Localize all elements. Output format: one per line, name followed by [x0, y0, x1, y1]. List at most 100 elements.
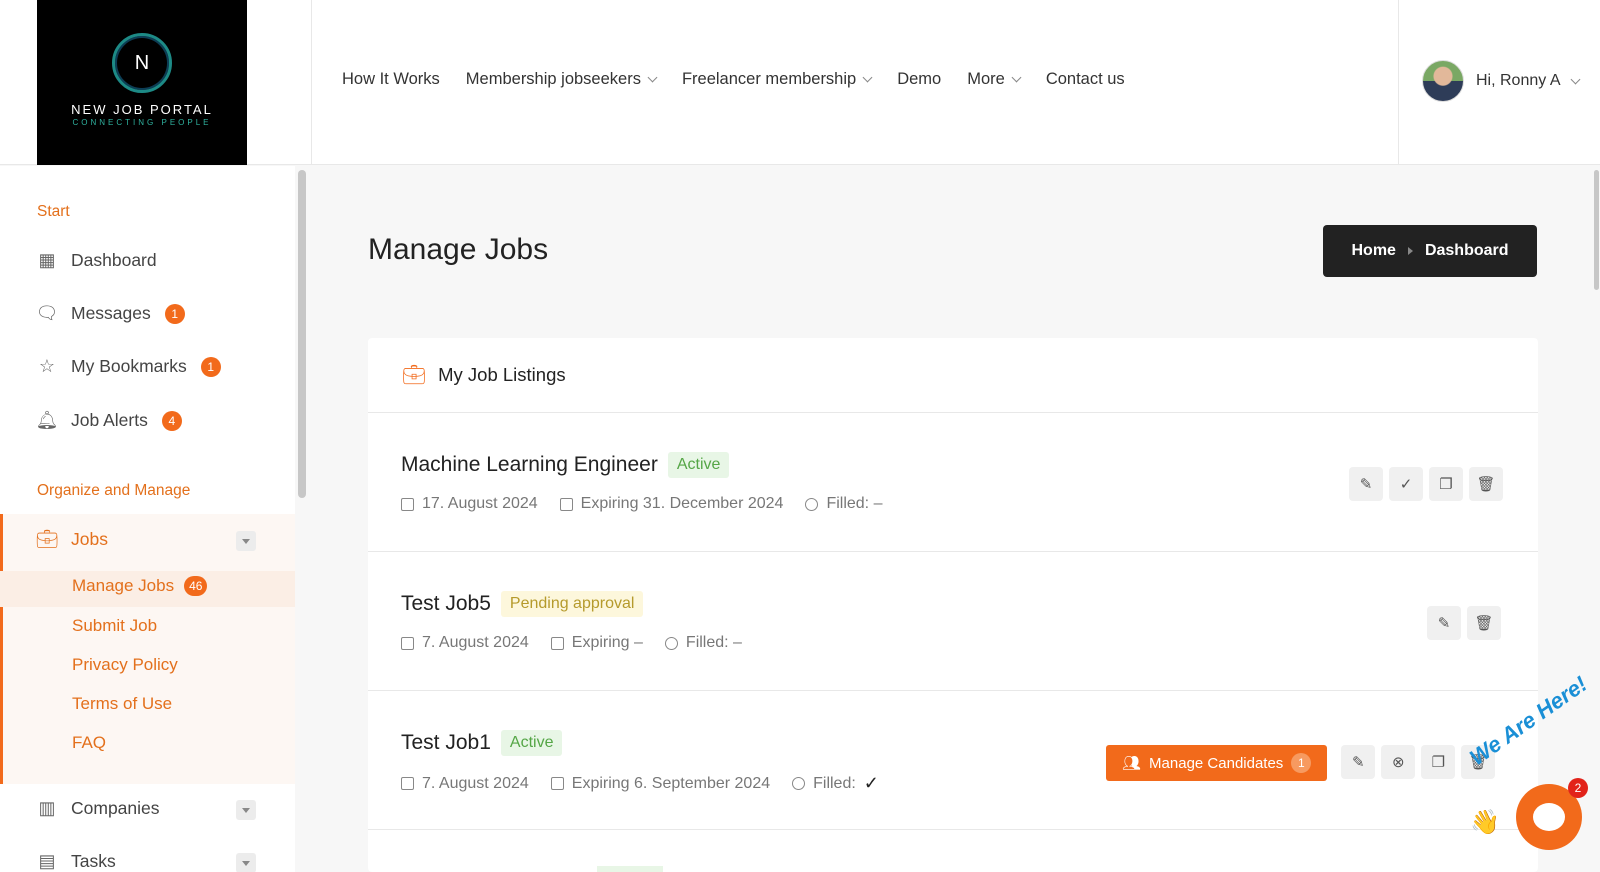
job-filled: Filled: ✓: [792, 773, 879, 794]
nav-more[interactable]: More: [967, 70, 1022, 89]
breadcrumb-home[interactable]: Home: [1351, 242, 1395, 260]
companies-expand-toggle[interactable]: [236, 800, 256, 820]
job-actions: ✎ 🗑︎: [1427, 606, 1501, 640]
status-badge: Active: [667, 452, 730, 478]
job-expiring-text: Expiring 31. December 2024: [580, 495, 784, 512]
sidebar-subitem-privacy-policy[interactable]: Privacy Policy: [72, 655, 178, 675]
nav-membership-jobseekers[interactable]: Membership jobseekers: [466, 70, 658, 89]
avatar: [1422, 60, 1464, 102]
job-filled-text: Filled: –: [826, 495, 883, 512]
nav-contact-us[interactable]: Contact us: [1046, 70, 1125, 89]
trash-icon: 🗑︎: [1474, 615, 1494, 632]
sidebar-subitem-label: Manage Jobs: [72, 576, 175, 595]
delete-button[interactable]: 🗑︎: [1467, 606, 1501, 640]
job-expiring: Expiring –: [550, 634, 643, 652]
chat-unread-badge: 2: [1568, 778, 1588, 798]
messages-icon: 🗨: [35, 303, 59, 323]
check-circle-icon: [805, 497, 819, 511]
next-job-status-badge: [597, 866, 663, 872]
job-title-line: Machine Learning Engineer Active: [401, 452, 730, 478]
duplicate-button[interactable]: ❐: [1429, 467, 1463, 501]
job-expiring-text: Expiring 6. September 2024: [571, 774, 771, 792]
page-scrollbar[interactable]: [1594, 170, 1599, 290]
sidebar-item-label: Companies: [71, 798, 160, 818]
filled-check-mark: ✓: [863, 773, 879, 793]
sidebar-item-tasks[interactable]: ▤ Tasks: [37, 851, 116, 872]
tasks-expand-toggle[interactable]: [236, 853, 256, 872]
chevron-down-icon: [862, 72, 873, 83]
chevron-down-icon: [1571, 74, 1581, 84]
sidebar-scrollbar[interactable]: [298, 170, 306, 498]
nav-freelancer-membership[interactable]: Freelancer membership: [682, 70, 873, 89]
logo-name: NEW JOB PORTAL: [71, 102, 213, 117]
building-icon: ▥: [38, 798, 56, 818]
job-row: Test Job1 Active 7. August 2024 Expiring…: [368, 691, 1538, 830]
site-logo[interactable]: N NEW JOB PORTAL CONNECTING PEOPLE: [37, 0, 247, 165]
sidebar-item-dashboard[interactable]: ▦ Dashboard: [37, 250, 157, 271]
job-date-text: 7. August 2024: [422, 774, 529, 792]
nav-label: Demo: [897, 70, 942, 88]
job-row: Machine Learning Engineer Active 17. Aug…: [368, 413, 1538, 552]
job-date: 7. August 2024: [401, 634, 529, 652]
sidebar-item-label: My Bookmarks: [71, 356, 187, 376]
mark-unfilled-button[interactable]: ⊗: [1381, 745, 1416, 779]
count-badge: 1: [200, 356, 221, 377]
card-header: 💼︎ My Job Listings: [368, 338, 1538, 413]
check-icon: ✓: [1399, 476, 1413, 493]
job-title[interactable]: Machine Learning Engineer: [401, 453, 658, 477]
delete-button[interactable]: 🗑︎: [1469, 467, 1503, 501]
job-filled-text: Filled: –: [685, 634, 742, 651]
sidebar-item-job-alerts[interactable]: 🔔︎ Job Alerts 4: [35, 410, 182, 431]
chat-bubble-icon: [1533, 803, 1565, 831]
section-title-organize: Organize and Manage: [37, 482, 191, 499]
job-date: 17. August 2024: [401, 495, 538, 513]
close-circle-icon: ⊗: [1392, 754, 1405, 771]
sidebar-subitem-terms[interactable]: Terms of Use: [72, 694, 172, 714]
user-greeting: Hi, Ronny A: [1476, 72, 1561, 89]
sidebar-subitem-submit-job[interactable]: Submit Job: [72, 616, 157, 636]
waving-hand-icon: 👋: [1470, 809, 1500, 836]
edit-icon: ✎: [1359, 476, 1373, 493]
jobs-expand-toggle[interactable]: [236, 531, 256, 551]
job-actions: ✎ ✓ ❐ 🗑︎: [1349, 467, 1503, 501]
copy-icon: ❐: [1431, 754, 1446, 771]
chevron-down-icon: [647, 72, 658, 83]
duplicate-button[interactable]: ❐: [1421, 745, 1456, 779]
sidebar-item-label: Tasks: [71, 851, 116, 871]
edit-icon: ✎: [1352, 754, 1365, 771]
trash-icon: 🗑︎: [1476, 476, 1496, 493]
nav-how-it-works[interactable]: How It Works: [342, 70, 440, 89]
sidebar-item-jobs[interactable]: 💼︎ Jobs: [36, 529, 108, 550]
sidebar-subitem-faq[interactable]: FAQ: [72, 733, 106, 753]
top-header: N NEW JOB PORTAL CONNECTING PEOPLE How I…: [0, 0, 1600, 165]
job-title[interactable]: Test Job1: [401, 731, 491, 755]
manage-candidates-button[interactable]: 👥︎ Manage Candidates 1: [1106, 745, 1328, 781]
breadcrumb-separator-icon: [1407, 247, 1413, 255]
nav-label: Contact us: [1045, 70, 1125, 88]
job-row: Test Job5 Pending approval 7. August 202…: [368, 552, 1538, 691]
job-title[interactable]: Test Job5: [401, 592, 491, 616]
job-meta: 17. August 2024 Expiring 31. December 20…: [401, 495, 882, 513]
edit-button[interactable]: ✎: [1341, 745, 1376, 779]
edit-button[interactable]: ✎: [1427, 606, 1461, 640]
sidebar-item-label: Dashboard: [71, 250, 157, 270]
manage-candidates-label: Manage Candidates: [1149, 754, 1284, 772]
sidebar-item-messages[interactable]: 🗨 Messages 1: [35, 303, 185, 324]
calendar-icon: [401, 636, 414, 650]
logo-letter: N: [134, 52, 150, 74]
edit-button[interactable]: ✎: [1349, 467, 1383, 501]
sidebar-item-companies[interactable]: ▥ Companies: [37, 798, 160, 819]
mark-filled-button[interactable]: ✓: [1389, 467, 1423, 501]
sidebar-subitem-manage-jobs[interactable]: Manage Jobs 46: [72, 576, 208, 596]
nav-label: How It Works: [342, 70, 440, 88]
jobs-menu-block: [0, 514, 295, 784]
sidebar-item-bookmarks[interactable]: ☆ My Bookmarks 1: [37, 356, 221, 377]
calendar-icon: [559, 497, 573, 511]
job-meta: 7. August 2024 Expiring – Filled: –: [401, 634, 742, 652]
bell-icon: 🔔︎: [35, 410, 59, 430]
chat-launcher-button[interactable]: 2: [1516, 778, 1588, 850]
user-menu[interactable]: Hi, Ronny A: [1422, 60, 1581, 102]
nav-demo[interactable]: Demo: [897, 70, 941, 89]
breadcrumb-current: Dashboard: [1424, 242, 1509, 259]
job-filled: Filled: –: [664, 634, 742, 652]
